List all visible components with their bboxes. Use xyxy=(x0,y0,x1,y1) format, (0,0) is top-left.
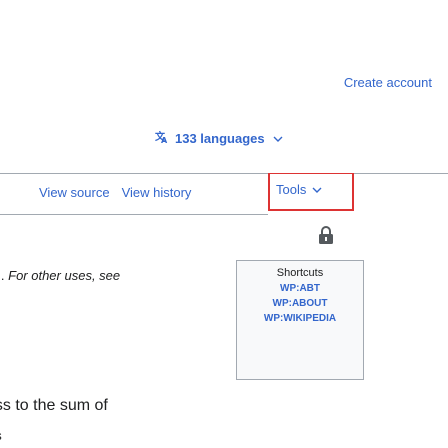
tab-view-history[interactable]: View history xyxy=(122,185,192,200)
body-paragraph-line: es xyxy=(0,428,2,443)
languages-button[interactable]: 文 A 133 languages xyxy=(155,130,283,147)
chevron-down-icon xyxy=(312,183,322,197)
shortcuts-box: Shortcuts WP:ABT WP:ABOUT WP:WIKIPEDIA xyxy=(236,260,364,380)
create-account-link[interactable]: Create account xyxy=(344,75,432,90)
hatnote-text: For other uses, see xyxy=(8,268,121,283)
chevron-down-icon xyxy=(273,132,283,146)
hatnote: l. For other uses, see xyxy=(0,268,120,283)
wikipedia-page: Create account 文 A 133 languages View so… xyxy=(0,0,448,448)
shortcuts-title: Shortcuts xyxy=(276,267,324,279)
tools-dropdown-button[interactable]: Tools xyxy=(268,173,354,211)
tools-label: Tools xyxy=(276,182,307,197)
languages-label: 133 languages xyxy=(175,131,265,146)
tab-view-source[interactable]: View source xyxy=(39,185,110,200)
shortcut-link[interactable]: WP:ABOUT xyxy=(243,298,357,309)
divider-top xyxy=(0,173,448,174)
translate-icon: 文 A xyxy=(155,130,169,147)
svg-text:A: A xyxy=(161,136,168,144)
shortcut-link[interactable]: WP:WIKIPEDIA xyxy=(243,313,357,324)
lock-icon[interactable] xyxy=(318,226,334,244)
shortcut-link[interactable]: WP:ABT xyxy=(243,283,357,294)
page-tabs: View source View history xyxy=(0,177,191,207)
divider-tabs xyxy=(0,214,268,215)
hatnote-prefix: l. xyxy=(0,268,5,283)
body-paragraph-line: ess to the sum of xyxy=(0,397,108,414)
